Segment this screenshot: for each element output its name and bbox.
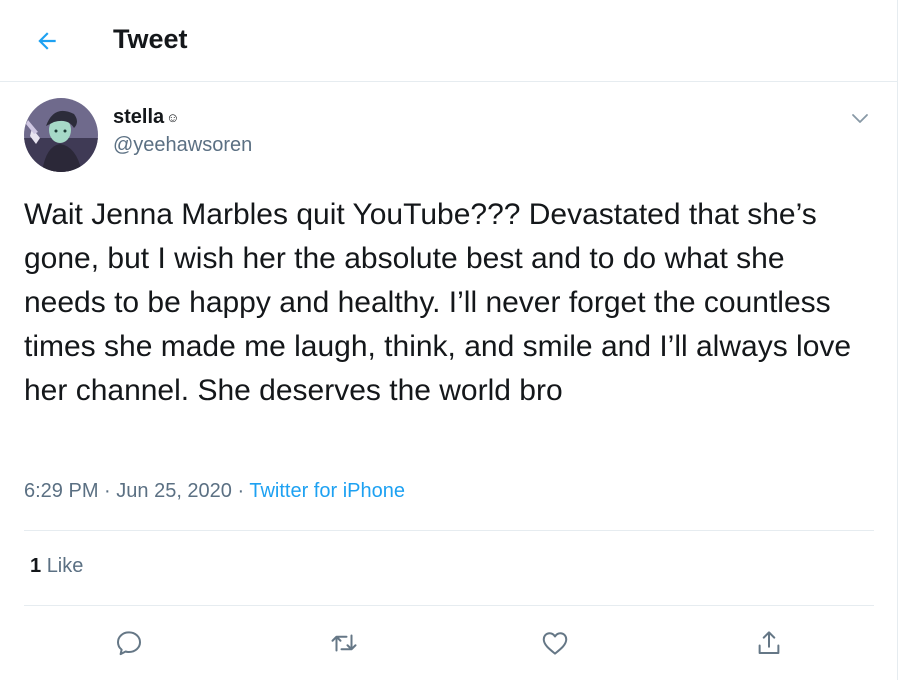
like-icon <box>542 632 568 655</box>
divider <box>24 605 874 606</box>
reply-icon <box>117 631 141 656</box>
meta-separator: · <box>98 480 117 502</box>
meta-separator: · <box>231 480 250 502</box>
like-label: Like <box>46 555 84 577</box>
smiley-emoji-icon: ☺ <box>166 110 180 125</box>
tweet-page: Tweet stella ☺ @yeehawsoren Wait Jenna M… <box>0 0 898 680</box>
reply-button[interactable] <box>112 626 146 660</box>
page-title: Tweet <box>113 24 188 54</box>
chevron-down-icon[interactable] <box>848 106 872 130</box>
divider <box>24 530 874 531</box>
like-count: 1 <box>30 555 42 577</box>
back-button[interactable] <box>28 22 66 60</box>
author-display-name: stella <box>113 106 165 128</box>
tweet-date[interactable]: Jun 25, 2020 <box>116 480 232 502</box>
share-button[interactable] <box>752 626 786 660</box>
tweet-text: Wait Jenna Marbles quit YouTube??? Devas… <box>24 198 852 407</box>
likes-count-link[interactable]: 1 Like <box>30 555 83 578</box>
tweet-meta: 6:29 PM · Jun 25, 2020 · Twitter for iPh… <box>24 480 405 503</box>
avatar[interactable] <box>24 98 98 172</box>
tweet-time[interactable]: 6:29 PM <box>24 480 98 502</box>
like-button[interactable] <box>538 626 572 660</box>
author-handle[interactable]: @yeehawsoren <box>113 134 252 157</box>
share-icon <box>758 631 780 654</box>
author-name[interactable]: stella ☺ <box>113 106 179 129</box>
retweet-button[interactable] <box>327 626 361 660</box>
tweet-source-link[interactable]: Twitter for iPhone <box>249 480 405 502</box>
top-bar: Tweet <box>0 0 898 82</box>
arrow-left-icon <box>38 32 56 50</box>
retweet-icon <box>331 634 357 652</box>
